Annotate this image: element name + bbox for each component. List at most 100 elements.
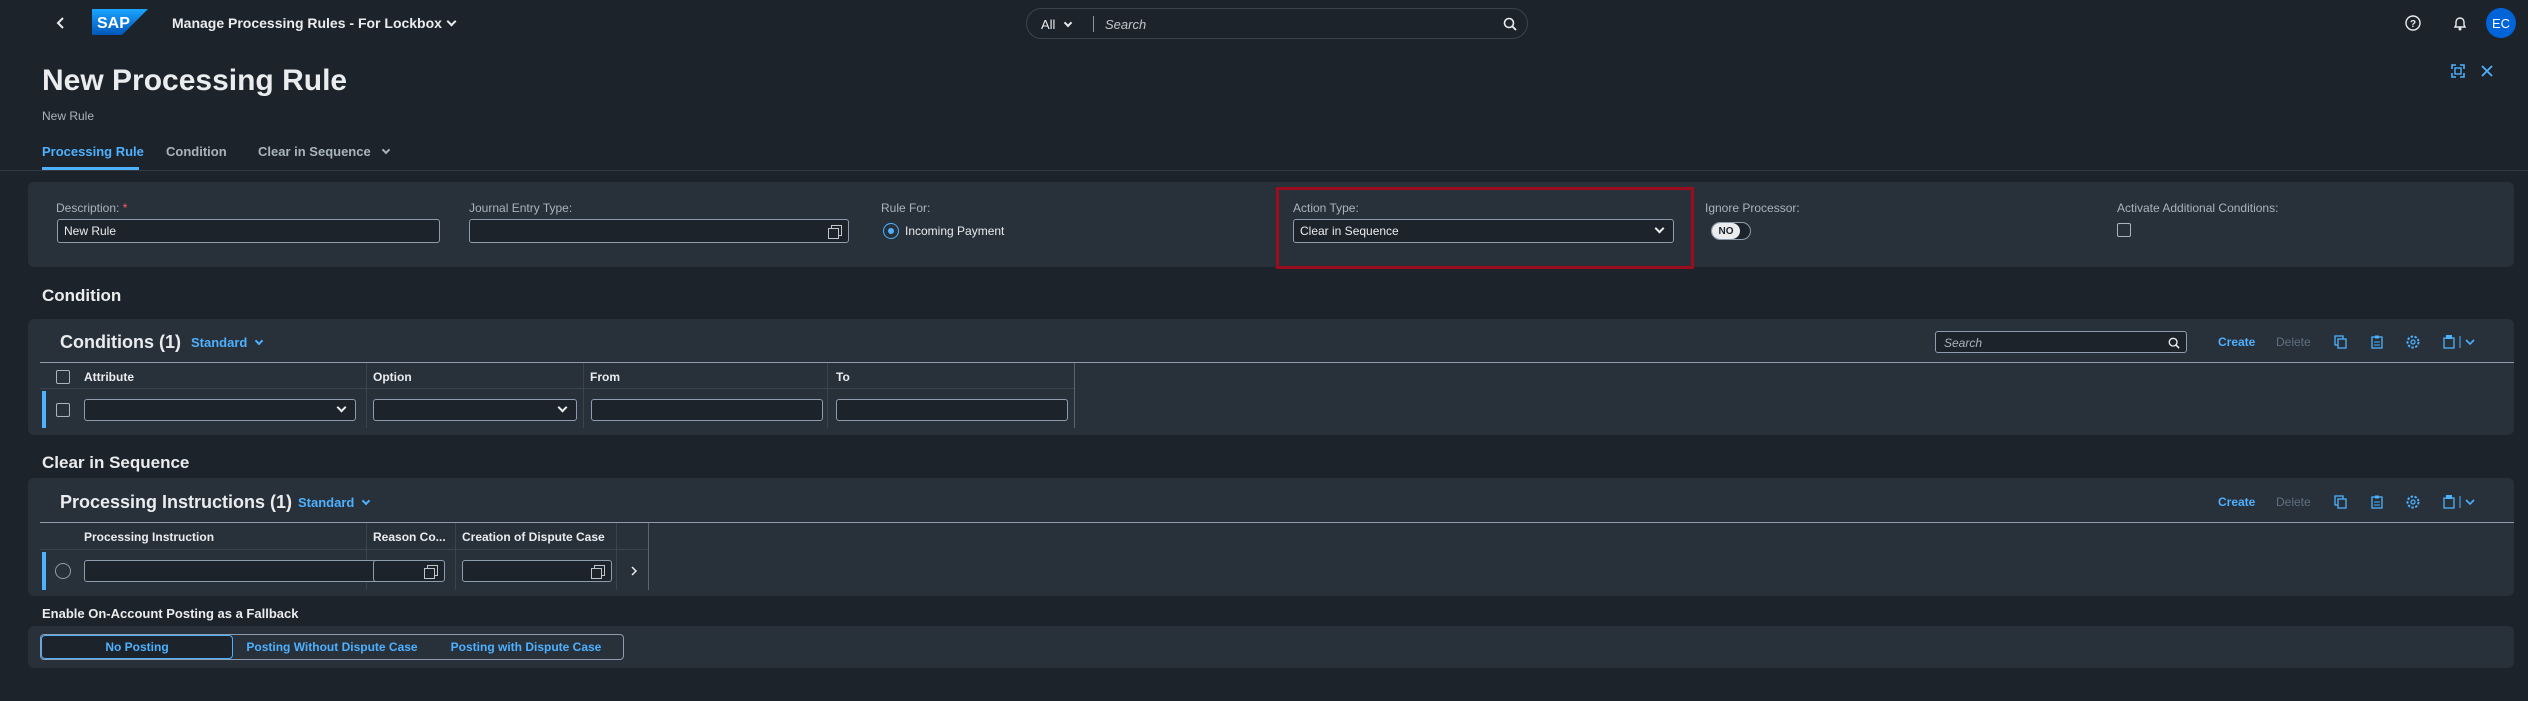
row-checkbox[interactable] bbox=[56, 403, 70, 417]
col-creation-of-dispute-case[interactable]: Creation of Dispute Case bbox=[462, 530, 605, 544]
column-divider bbox=[1074, 363, 1075, 428]
tab-clear-in-sequence[interactable]: Clear in Sequence bbox=[258, 144, 390, 159]
search-scope-select[interactable]: All bbox=[1041, 17, 1073, 32]
back-button[interactable] bbox=[50, 12, 72, 34]
search-input[interactable]: Search bbox=[1105, 17, 1146, 32]
ignore-processor-label: Ignore Processor: bbox=[1705, 201, 1800, 215]
settings-icon[interactable] bbox=[2406, 335, 2420, 349]
ignore-processor-switch[interactable]: NO bbox=[1711, 222, 1751, 240]
search-divider bbox=[1093, 16, 1094, 32]
action-type-select[interactable]: Clear in Sequence bbox=[1293, 219, 1674, 243]
journal-entry-type-label: Journal Entry Type: bbox=[469, 201, 573, 215]
processing-instructions-title: Processing Instructions (1) bbox=[60, 492, 293, 512]
paste-icon[interactable] bbox=[2370, 495, 2384, 509]
condition-section-title: Condition bbox=[42, 286, 122, 305]
conditions-search-input[interactable]: Search bbox=[1935, 331, 2187, 353]
option-select[interactable] bbox=[373, 399, 577, 421]
help-icon[interactable]: ? bbox=[2402, 12, 2424, 34]
instructions-header-bottom-line bbox=[40, 549, 648, 550]
value-help-icon[interactable] bbox=[828, 225, 842, 239]
chevron-down-icon bbox=[557, 402, 568, 413]
export-menu-button[interactable] bbox=[2443, 494, 2477, 510]
app-title-menu[interactable]: Manage Processing Rules - For Lockbox bbox=[172, 15, 457, 31]
value-help-icon[interactable] bbox=[591, 565, 605, 579]
conditions-table-title: Conditions (1) bbox=[60, 332, 181, 352]
conditions-select-all-checkbox[interactable] bbox=[56, 370, 70, 384]
copy-icon[interactable] bbox=[2334, 495, 2348, 509]
export-menu-button[interactable] bbox=[2443, 334, 2477, 350]
settings-icon[interactable] bbox=[2406, 495, 2420, 509]
fallback-title: Enable On-Account Posting as a Fallback bbox=[42, 606, 299, 621]
col-from[interactable]: From bbox=[590, 370, 620, 384]
sap-logo[interactable]: SAP bbox=[92, 9, 148, 35]
col-attribute[interactable]: Attribute bbox=[84, 370, 134, 384]
shell-bar: SAP Manage Processing Rules - For Lockbo… bbox=[0, 0, 2528, 46]
dispute-case-input[interactable] bbox=[462, 560, 612, 582]
segment-posting-with-dispute-case[interactable]: Posting with Dispute Case bbox=[431, 635, 621, 659]
chevron-down-icon bbox=[446, 16, 457, 27]
notifications-icon[interactable] bbox=[2449, 12, 2471, 34]
col-to[interactable]: To bbox=[836, 370, 850, 384]
conditions-header-top-line bbox=[40, 362, 2514, 363]
switch-knob: NO bbox=[1712, 223, 1740, 239]
instructions-header-top-line bbox=[40, 522, 2514, 523]
segment-posting-without-dispute-case[interactable]: Posting Without Dispute Case bbox=[237, 635, 427, 659]
svg-text:?: ? bbox=[2410, 19, 2416, 30]
col-option[interactable]: Option bbox=[373, 370, 412, 384]
col-processing-instruction[interactable]: Processing Instruction bbox=[84, 530, 214, 544]
chevron-left-icon bbox=[56, 17, 64, 29]
table-row[interactable] bbox=[46, 391, 1074, 428]
copy-icon[interactable] bbox=[2334, 335, 2348, 349]
instructions-delete-button[interactable]: Delete bbox=[2276, 495, 2311, 509]
column-divider bbox=[648, 523, 649, 590]
search-icon[interactable] bbox=[2168, 337, 2180, 349]
sequence-section-title: Clear in Sequence bbox=[42, 453, 190, 472]
instructions-create-button[interactable]: Create bbox=[2218, 495, 2255, 509]
close-icon[interactable] bbox=[2476, 60, 2498, 82]
page-title: New Processing Rule bbox=[42, 64, 348, 97]
header-divider bbox=[0, 170, 2528, 171]
fullscreen-icon[interactable] bbox=[2447, 60, 2469, 82]
segment-no-posting[interactable]: No Posting bbox=[41, 635, 233, 659]
app-title: Manage Processing Rules - For Lockbox bbox=[172, 15, 442, 31]
tab-condition[interactable]: Condition bbox=[166, 144, 227, 159]
col-reason-code[interactable]: Reason Co... bbox=[373, 530, 446, 544]
conditions-header-bottom-line bbox=[40, 388, 1074, 389]
chevron-right-icon[interactable] bbox=[630, 566, 638, 576]
page-subtitle: New Rule bbox=[42, 109, 95, 123]
reason-code-input[interactable] bbox=[373, 560, 445, 582]
action-type-label: Action Type: bbox=[1293, 201, 1359, 215]
fallback-segmented-button: No Posting Posting Without Dispute Case … bbox=[40, 634, 624, 660]
search-icon[interactable] bbox=[1503, 17, 1517, 31]
from-input[interactable] bbox=[591, 399, 823, 421]
attribute-select[interactable] bbox=[84, 399, 356, 421]
chevron-down-icon bbox=[1654, 223, 1665, 234]
global-search[interactable]: All Search bbox=[1026, 8, 1528, 39]
chevron-down-icon bbox=[336, 402, 347, 413]
chevron-down-icon bbox=[381, 145, 390, 155]
activate-conditions-checkbox[interactable] bbox=[2117, 223, 2131, 237]
chevron-down-icon bbox=[1064, 18, 1073, 28]
table-row[interactable] bbox=[46, 552, 648, 590]
chevron-down-icon bbox=[362, 496, 371, 506]
incoming-payment-label: Incoming Payment bbox=[905, 224, 1005, 238]
chevron-down-icon bbox=[255, 336, 264, 346]
tab-processing-rule[interactable]: Processing Rule bbox=[42, 144, 144, 159]
instructions-variant-select[interactable]: Standard bbox=[298, 495, 371, 510]
description-label: Description: * bbox=[56, 201, 128, 215]
paste-icon[interactable] bbox=[2370, 335, 2384, 349]
svg-text:SAP: SAP bbox=[97, 15, 130, 32]
to-input[interactable] bbox=[836, 399, 1068, 421]
conditions-create-button[interactable]: Create bbox=[2218, 335, 2255, 349]
activate-conditions-label: Activate Additional Conditions: bbox=[2117, 201, 2279, 215]
incoming-payment-radio[interactable] bbox=[883, 223, 899, 239]
journal-entry-type-input[interactable] bbox=[469, 219, 849, 243]
conditions-variant-select[interactable]: Standard bbox=[191, 335, 264, 350]
processing-instruction-input[interactable] bbox=[84, 560, 394, 582]
row-select-radio[interactable] bbox=[55, 563, 71, 579]
rule-for-label: Rule For: bbox=[881, 201, 931, 215]
description-input[interactable]: New Rule bbox=[57, 219, 440, 243]
conditions-delete-button[interactable]: Delete bbox=[2276, 335, 2311, 349]
user-avatar[interactable]: EC bbox=[2486, 8, 2516, 38]
value-help-icon[interactable] bbox=[424, 565, 438, 579]
